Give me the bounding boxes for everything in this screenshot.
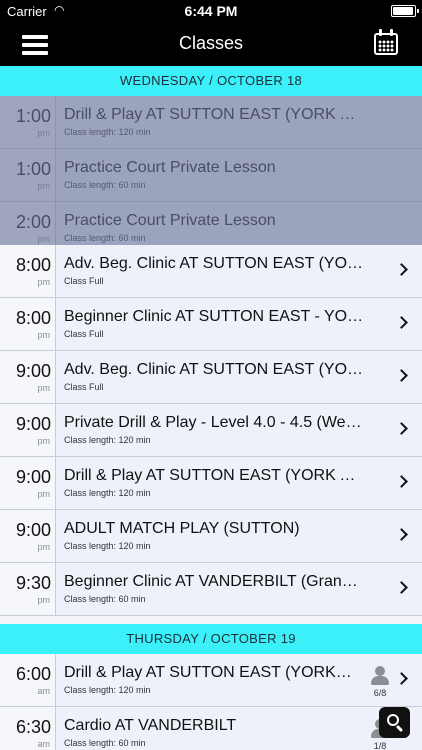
class-time: 8:00: [15, 255, 51, 275]
class-row[interactable]: 1:00 pm Drill & Play AT SUTTON EAST (YOR…: [0, 96, 422, 149]
class-row[interactable]: 8:00 pm Beginner Clinic AT SUTTON EAST -…: [0, 298, 422, 351]
class-detail: Class Full: [64, 276, 104, 286]
class-ampm: pm: [37, 383, 50, 393]
class-detail: Class length: 120 min: [64, 685, 151, 695]
class-detail: Class length: 120 min: [64, 541, 151, 551]
class-time: 8:00: [15, 308, 51, 328]
time-column: 8:00 pm: [0, 298, 56, 350]
day-header-wednesday: WEDNESDAY / OCTOBER 18: [0, 66, 422, 96]
class-time: 6:30: [15, 717, 51, 737]
class-name: Beginner Clinic AT SUTTON EAST - YORK AV…: [64, 308, 364, 325]
time-column: 1:00 pm: [0, 96, 56, 148]
chevron-right-icon: [395, 475, 408, 488]
class-detail: Class length: 120 min: [64, 127, 151, 137]
class-time: 9:00: [15, 414, 51, 434]
class-name: ADULT MATCH PLAY (SUTTON): [64, 520, 300, 537]
chevron-right-icon: [395, 672, 408, 685]
time-column: 9:30 pm: [0, 563, 56, 615]
chevron-right-icon: [395, 369, 408, 382]
time-column: 1:00 pm: [0, 149, 56, 201]
class-name: Adv. Beg. Clinic AT SUTTON EAST (YORK AV…: [64, 255, 364, 272]
time-column: 8:00 pm: [0, 245, 56, 297]
person-icon: [369, 666, 391, 688]
time-column: 9:00 pm: [0, 510, 56, 562]
class-row[interactable]: 9:00 pm Private Drill & Play - Level 4.0…: [0, 404, 422, 457]
nav-bar: Classes: [0, 22, 422, 66]
class-time: 6:00: [15, 664, 51, 684]
class-name: Private Drill & Play - Level 4.0 - 4.5 (…: [64, 414, 364, 431]
class-row[interactable]: 6:00 am Drill & Play AT SUTTON EAST (YOR…: [0, 654, 422, 707]
class-time: 1:00: [15, 159, 51, 179]
time-column: 6:30 am: [0, 707, 56, 750]
class-row[interactable]: 9:00 pm ADULT MATCH PLAY (SUTTON) Class …: [0, 510, 422, 563]
class-ampm: pm: [37, 128, 50, 138]
class-detail: Class length: 60 min: [64, 180, 146, 190]
chevron-right-icon: [395, 316, 408, 329]
class-name: Beginner Clinic AT VANDERBILT (Grand Cen…: [64, 573, 364, 590]
class-time: 9:00: [15, 520, 51, 540]
class-name: Practice Court Private Lesson: [64, 212, 276, 229]
class-name: Drill & Play AT SUTTON EAST (YORK AVE): [64, 106, 364, 123]
battery-icon: [391, 5, 419, 17]
class-row[interactable]: 9:00 pm Drill & Play AT SUTTON EAST (YOR…: [0, 457, 422, 510]
class-ampm: am: [37, 739, 50, 749]
class-ampm: pm: [37, 542, 50, 552]
class-time: 9:30: [15, 573, 51, 593]
class-time: 2:00: [15, 212, 51, 232]
page-title: Classes: [178, 33, 244, 53]
calendar-icon[interactable]: [374, 29, 398, 55]
class-detail: Class length: 60 min: [64, 233, 146, 243]
class-ampm: pm: [37, 181, 50, 191]
chevron-right-icon: [395, 263, 408, 276]
class-time: 9:00: [15, 467, 51, 487]
class-row[interactable]: 1:00 pm Practice Court Private Lesson Cl…: [0, 149, 422, 202]
class-ampm: pm: [37, 595, 50, 605]
class-detail: Class length: 60 min: [64, 594, 146, 604]
classes-screen: Carrier ◠ 6:44 PM Classes WEDNESDAY / OC…: [0, 0, 422, 750]
search-button[interactable]: [379, 707, 410, 738]
class-detail: Class Full: [64, 382, 104, 392]
chevron-right-icon: [395, 528, 408, 541]
class-ampm: pm: [37, 234, 50, 244]
class-row[interactable]: 9:00 pm Adv. Beg. Clinic AT SUTTON EAST …: [0, 351, 422, 404]
class-name: Practice Court Private Lesson: [64, 159, 276, 176]
class-row[interactable]: 9:30 pm Beginner Clinic AT VANDERBILT (G…: [0, 563, 422, 616]
status-bar: Carrier ◠ 6:44 PM: [0, 0, 422, 22]
chevron-right-icon: [395, 422, 408, 435]
capacity-count: 6/8: [373, 688, 387, 698]
class-time: 1:00: [15, 106, 51, 126]
class-ampm: pm: [37, 277, 50, 287]
class-ampm: pm: [37, 330, 50, 340]
class-name: Cardio AT VANDERBILT: [64, 717, 237, 734]
time-column: 9:00 pm: [0, 404, 56, 456]
capacity-count: 1/8: [373, 741, 387, 750]
class-name: Drill & Play AT SUTTON EAST (YORK AVE): [64, 467, 364, 484]
time-column: 9:00 pm: [0, 351, 56, 403]
class-row[interactable]: 6:30 am Cardio AT VANDERBILT Class lengt…: [0, 707, 422, 750]
class-time: 9:00: [15, 361, 51, 381]
class-ampm: am: [37, 686, 50, 696]
status-time: 6:44 PM: [184, 3, 238, 19]
day-header-thursday: THURSDAY / OCTOBER 19: [0, 624, 422, 654]
time-column: 9:00 pm: [0, 457, 56, 509]
time-column: 6:00 am: [0, 654, 56, 706]
class-detail: Class Full: [64, 329, 104, 339]
class-ampm: pm: [37, 489, 50, 499]
class-row[interactable]: 8:00 pm Adv. Beg. Clinic AT SUTTON EAST …: [0, 245, 422, 298]
chevron-right-icon: [395, 581, 408, 594]
class-detail: Class length: 120 min: [64, 488, 151, 498]
class-detail: Class length: 120 min: [64, 435, 151, 445]
class-name: Drill & Play AT SUTTON EAST (YORK AVE): [64, 664, 354, 681]
class-detail: Class length: 60 min: [64, 738, 146, 748]
class-name: Adv. Beg. Clinic AT SUTTON EAST (YORK AV…: [64, 361, 364, 378]
class-ampm: pm: [37, 436, 50, 446]
